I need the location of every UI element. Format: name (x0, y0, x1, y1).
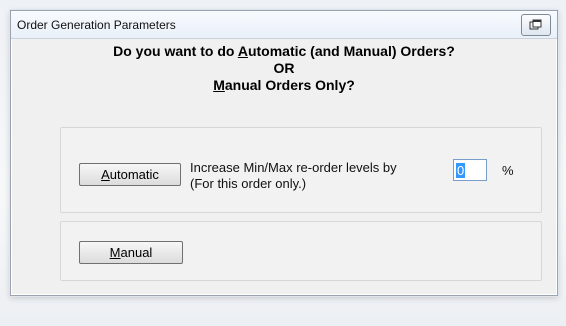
question-accesskey-m: M (213, 77, 225, 93)
manual-label: anual (120, 245, 153, 260)
question-line-1: Do you want to do Automatic (and Manual)… (12, 43, 556, 60)
question-accesskey-a: A (237, 43, 248, 59)
restore-window-icon (529, 19, 542, 30)
order-generation-dialog: Order Generation Parameters Do you want … (10, 10, 558, 296)
automatic-button[interactable]: Automatic (79, 163, 181, 186)
manual-panel: Manual (60, 221, 542, 281)
increase-percent-value: 0 (456, 163, 466, 178)
window-title: Order Generation Parameters (17, 18, 176, 32)
dialog-body: Do you want to do Automatic (and Manual)… (12, 39, 556, 294)
question-text-part: anual Orders Only? (224, 77, 355, 93)
question-line-3: Manual Orders Only? (12, 77, 556, 94)
manual-accesskey: M (109, 245, 121, 260)
increase-levels-note: (For this order only.) (190, 176, 307, 191)
automatic-panel: Automatic Increase Min/Max re-order leve… (60, 127, 542, 213)
automatic-accesskey: A (101, 167, 110, 182)
manual-button[interactable]: Manual (79, 241, 183, 264)
increase-levels-description: Increase Min/Max re-order levels by (For… (190, 160, 397, 192)
question-text-part: Do you want to do (113, 43, 238, 59)
restore-window-button[interactable] (521, 14, 551, 36)
increase-levels-label: Increase Min/Max re-order levels by (190, 160, 397, 175)
automatic-label: utomatic (109, 167, 159, 182)
order-type-question: Do you want to do Automatic (and Manual)… (12, 43, 556, 94)
increase-percent-input[interactable]: 0 (453, 159, 487, 181)
question-text-part: utomatic (and Manual) Orders? (247, 43, 455, 59)
title-bar: Order Generation Parameters (11, 11, 557, 39)
percent-unit-label: % (502, 163, 514, 178)
question-line-2: OR (273, 60, 295, 76)
